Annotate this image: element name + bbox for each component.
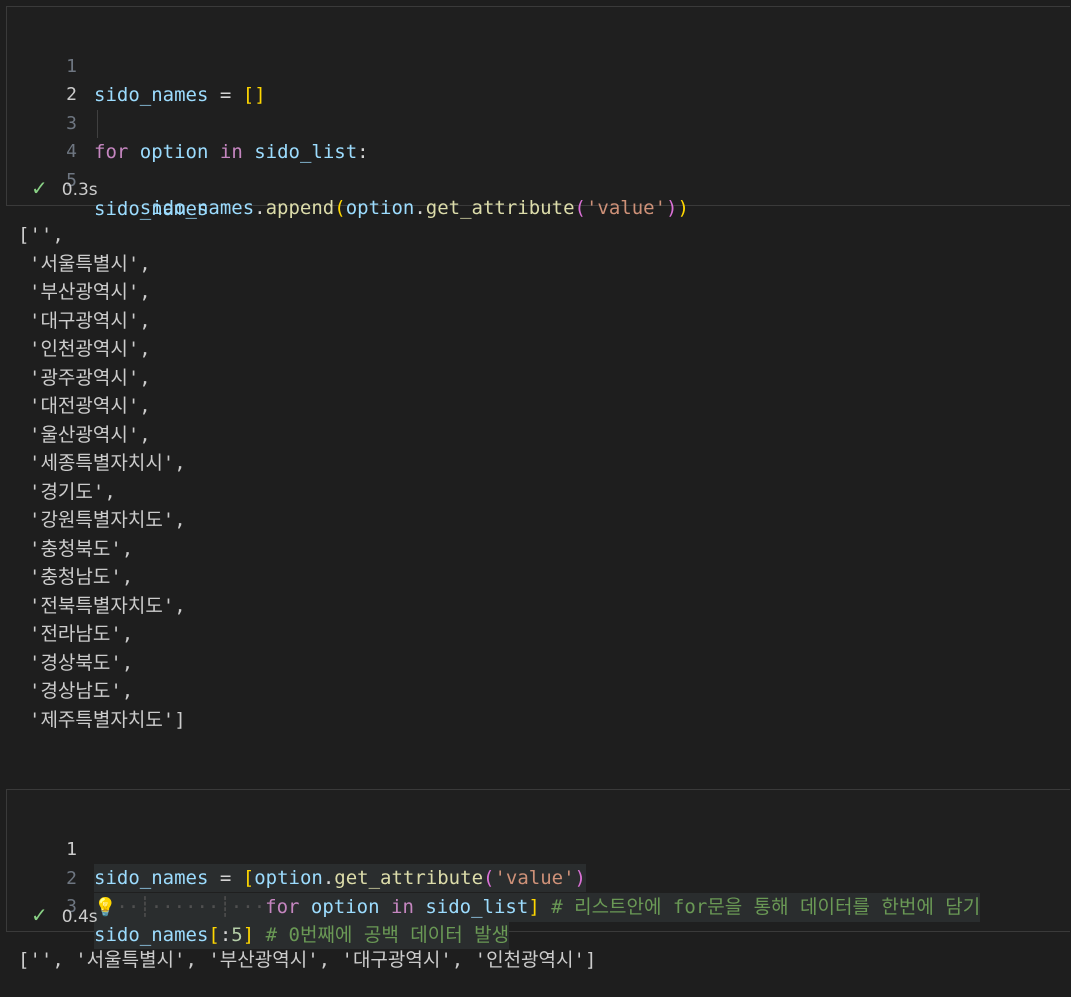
code-text: 💡··┊······┊···for option in sido_list] #…	[94, 893, 981, 922]
code-text: for option in sido_list:	[94, 141, 369, 163]
indent-guide	[97, 110, 98, 138]
code-line-3[interactable]: 3 sido_names[:5] # 0번째에 공백 데이터 발생	[7, 865, 510, 949]
output-line: '전라남도',	[29, 623, 134, 645]
code-cell-1[interactable]: 1 sido_names = [] 2 3 for option in sido…	[6, 6, 1070, 220]
check-icon: ✓	[31, 903, 48, 927]
check-icon: ✓	[31, 176, 48, 200]
code-line-5[interactable]: 5 sido_names	[7, 139, 208, 220]
output-line: '대전광역시',	[29, 395, 151, 417]
output-line: '대구광역시',	[29, 309, 151, 332]
output-line: '충청북도',	[29, 537, 134, 560]
code-text: sido_names = [option.get_attribute('valu…	[94, 864, 586, 892]
output-line: '강원특별자치도',	[29, 509, 186, 531]
output-line: '경기도',	[29, 480, 116, 503]
code-line-2[interactable]: 2 💡··┊······┊···for option in sido_list]…	[7, 837, 981, 922]
output-line: '인천광역시',	[29, 338, 151, 360]
output-line: '충청남도',	[29, 566, 134, 588]
cell-output-1: ['', '서울특별시', '부산광역시', '대구광역시', '인천광역시', '광주광…	[18, 221, 186, 734]
code-line-4[interactable]: 4 sido_names.append(option.get_attribute…	[7, 110, 689, 219]
code-text: sido_names[:5] # 0번째에 공백 데이터 발생	[94, 921, 510, 949]
output-line: '광주광역시',	[29, 366, 151, 389]
execution-time: 0.3s	[61, 180, 98, 200]
output-line: '경상남도',	[29, 680, 134, 702]
output-line: '경상북도',	[29, 651, 134, 674]
output-line: '서울특별시',	[29, 252, 151, 275]
code-line-3[interactable]: 3 for option in sido_list:	[7, 82, 368, 163]
output-line: '세종특별자치시',	[29, 452, 186, 474]
code-line-1[interactable]: 1 sido_names = [option.get_attribute('va…	[7, 808, 586, 892]
cell-output-2: ['', '서울특별시', '부산광역시', '대구광역시', '인천광역시']	[18, 949, 597, 971]
code-cell-2[interactable]: 1 sido_names = [option.get_attribute('va…	[6, 789, 1070, 949]
code-line-2[interactable]: 2	[7, 53, 77, 105]
output-line: '전북특별자치도',	[29, 594, 186, 617]
execution-status: ✓ 0.3s	[31, 176, 98, 202]
output-line: '부산광역시',	[29, 281, 151, 303]
code-text: sido_names = []	[94, 84, 266, 106]
output-line: '제주특별자치도']	[29, 708, 186, 731]
execution-status: ✓ 0.4s	[31, 903, 98, 929]
code-text: sido_names	[94, 198, 209, 220]
execution-time: 0.4s	[61, 907, 98, 927]
output-line: '울산광역시',	[29, 423, 151, 446]
code-line-1[interactable]: 1 sido_names = []	[7, 25, 265, 106]
output-line: ['',	[18, 224, 64, 246]
